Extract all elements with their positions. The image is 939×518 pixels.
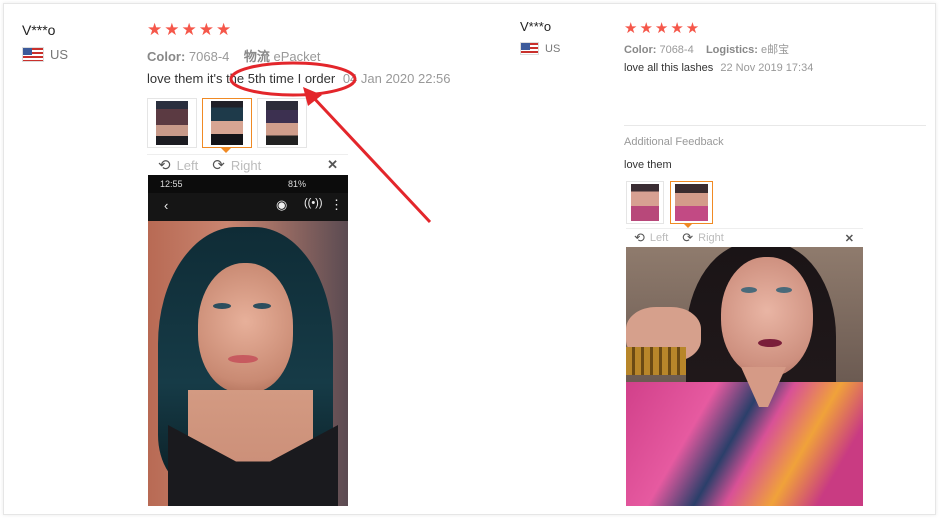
annotation-ellipse <box>229 61 357 97</box>
annotation-arrow-line <box>310 94 432 224</box>
annotation-overlay <box>229 61 432 224</box>
